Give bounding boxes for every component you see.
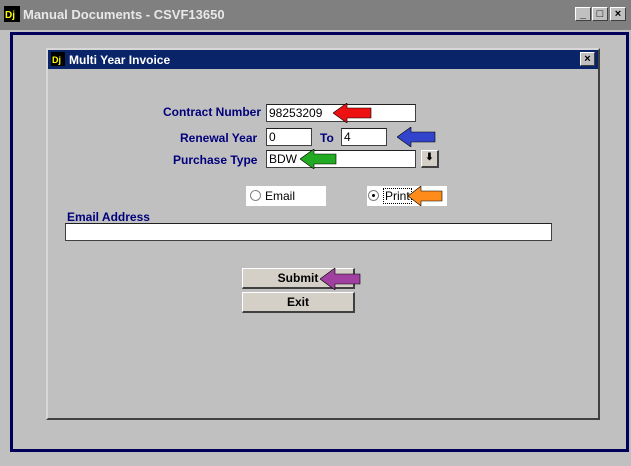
email-radio-option[interactable]: Email bbox=[246, 186, 326, 206]
dialog-app-icon: Dj bbox=[51, 52, 65, 66]
close-button[interactable]: × bbox=[610, 7, 626, 21]
email-radio-button[interactable] bbox=[250, 190, 261, 201]
arrow-submit-icon bbox=[320, 268, 361, 290]
dropdown-arrow-icon: ⬇ bbox=[425, 152, 434, 163]
renewal-year-to-field[interactable]: 4 bbox=[341, 128, 387, 146]
renewal-year-from-field[interactable]: 0 bbox=[266, 128, 312, 146]
contract-number-label: Contract Number bbox=[163, 105, 262, 119]
purchase-type-dropdown-button[interactable]: ⬇ bbox=[421, 150, 439, 168]
dialog-close-button[interactable]: × bbox=[580, 52, 595, 66]
maximize-button[interactable]: □ bbox=[592, 7, 608, 21]
print-radio-button[interactable] bbox=[368, 190, 379, 201]
dialog-titlebar: Dj Multi Year Invoice × bbox=[48, 50, 598, 69]
window-titlebar: Dj Manual Documents - CSVF13650 _ □ × bbox=[0, 0, 631, 30]
email-address-label: Email Address bbox=[67, 210, 150, 224]
app-icon: Dj bbox=[4, 6, 20, 22]
arrow-purchase-icon bbox=[300, 149, 337, 169]
purchase-type-label: Purchase Type bbox=[173, 153, 258, 167]
dialog-title: Multi Year Invoice bbox=[69, 53, 171, 67]
email-address-field[interactable] bbox=[65, 223, 552, 241]
email-radio-label: Email bbox=[265, 189, 296, 203]
window-title: Manual Documents - CSVF13650 bbox=[23, 7, 225, 22]
renewal-year-label: Renewal Year bbox=[180, 131, 258, 145]
purchase-type-field[interactable]: BDW bbox=[266, 150, 416, 168]
minimize-button[interactable]: _ bbox=[575, 7, 591, 21]
arrow-contract-icon bbox=[333, 103, 372, 123]
svg-text:Dj: Dj bbox=[52, 55, 61, 65]
arrow-print-icon bbox=[408, 186, 443, 206]
svg-text:Dj: Dj bbox=[5, 10, 15, 21]
arrow-renewal-icon bbox=[397, 127, 436, 147]
to-label: To bbox=[320, 131, 334, 145]
exit-button[interactable]: Exit bbox=[242, 292, 355, 313]
